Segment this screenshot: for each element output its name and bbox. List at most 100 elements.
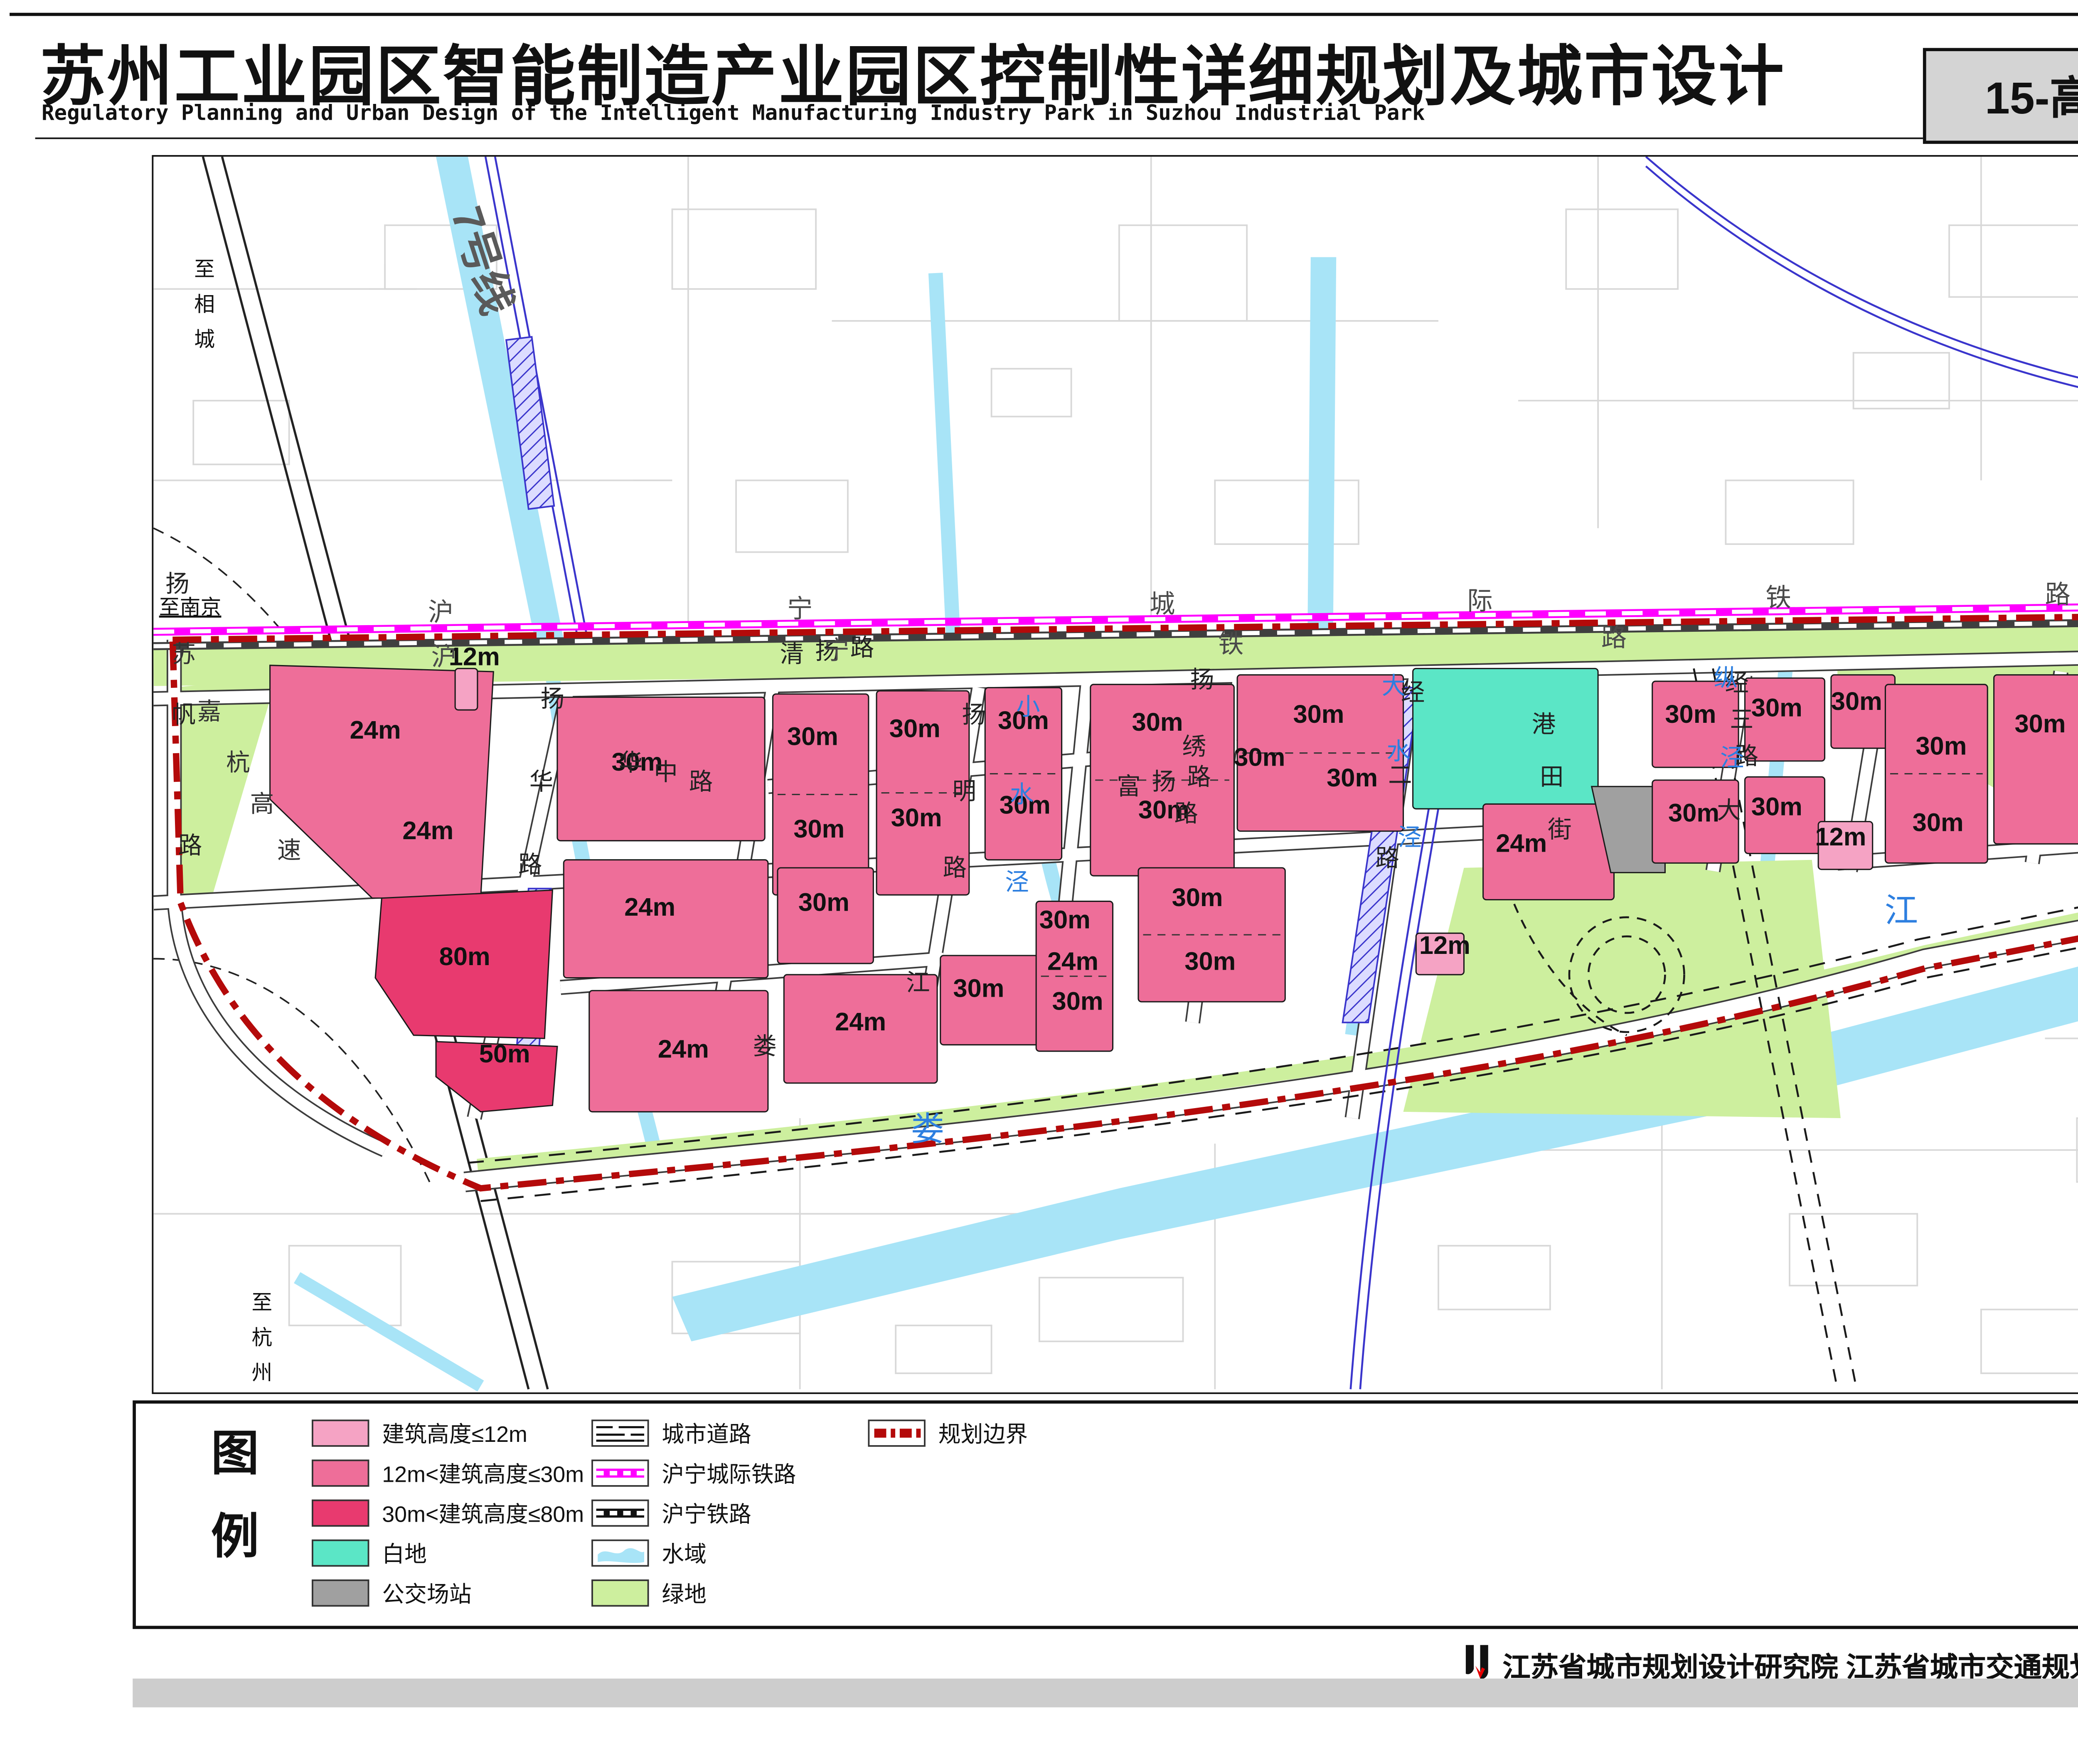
height-label-30m: 30m — [1293, 700, 1344, 729]
page-subtitle-en: Regulatory Planning and Urban Design of … — [42, 102, 1912, 126]
legend-column: 建筑高度≤12m 12m<建筑高度≤30m 30m<建筑高度≤80m 白地公交场站 — [312, 1413, 584, 1613]
legend-swatch-p30 — [312, 1460, 369, 1487]
direction-至杭州: 杭 — [251, 1326, 272, 1349]
road-name-经二路: 路 — [1375, 845, 1399, 872]
legend-label: 12m<建筑高度≤30m — [382, 1457, 584, 1489]
rail-name-沪宁铁路: 沪 — [431, 643, 457, 671]
legend-swatch-boundary — [868, 1419, 925, 1446]
rail-name-沪宁城际铁路: 宁 — [787, 595, 812, 623]
height-label-30m: 30m — [798, 888, 849, 916]
map-frame[interactable]: 24m24m24m24m24m24m24m24m80m50m12m12m12m1… — [152, 155, 2078, 1394]
river-name-纵泾: 纵 — [1714, 665, 1738, 692]
expressway-name-苏嘉杭高速: 嘉 — [197, 698, 222, 725]
road-name-扬明路: 路 — [943, 855, 967, 881]
plan-map[interactable]: 24m24m24m24m24m24m24m24m80m50m12m12m12m1… — [153, 157, 2078, 1392]
river-name-小水泾: 水 — [1010, 781, 1034, 808]
height-label-30m: 30m — [787, 722, 838, 751]
road-name-扬帆路: 帆 — [172, 702, 196, 728]
legend-swatch-green — [591, 1579, 649, 1606]
legend-label: 城市道路 — [662, 1417, 751, 1449]
footer-gray-strip — [133, 1678, 2078, 1707]
parcel-p30[interactable] — [1994, 675, 2078, 844]
river-name-小水泾: 泾 — [1005, 869, 1029, 896]
height-label-80m: 80m — [439, 942, 490, 971]
height-label-24m: 24m — [350, 716, 401, 744]
road-name-娄江大道: 江 — [906, 969, 930, 996]
legend-label: 公交场站 — [382, 1577, 471, 1609]
road-name-扬明路: 明 — [953, 778, 977, 805]
legend-label: 沪宁城际铁路 — [662, 1457, 796, 1489]
legend-label: 规划边界 — [938, 1417, 1028, 1449]
legend-swatch-hsrail — [591, 1460, 649, 1487]
height-label-30m: 30m — [1184, 947, 1236, 976]
direction-至南京: 至南京 — [159, 596, 222, 619]
road-name-扬华路: 路 — [518, 851, 542, 878]
legend-item: 水域 — [591, 1533, 796, 1573]
height-label-30m: 30m — [891, 803, 942, 832]
plan-sheet: 苏州工业园区智能制造产业园区控制性详细规划及城市设计 Regulatory Pl… — [0, 0, 2078, 1763]
rail-name-沪宁铁路: 铁 — [1218, 630, 1243, 658]
parcel-p12[interactable] — [455, 668, 478, 710]
river-name-小水泾: 小 — [1016, 694, 1040, 720]
road-name-扬明路: 扬 — [962, 702, 986, 728]
direction-至相城: 相 — [194, 293, 215, 316]
height-label-30m: 30m — [1913, 808, 1964, 837]
legend-item: 白地 — [312, 1533, 584, 1573]
road-name-扬华路: 扬 — [541, 685, 565, 712]
legend-label: 沪宁铁路 — [662, 1497, 751, 1529]
legend-title: 图例 — [200, 1428, 264, 1594]
road-name-扬华路: 华 — [529, 769, 554, 795]
road-name-华中路: 华 — [619, 749, 643, 776]
river-name-纵泾: 泾 — [1720, 744, 1744, 771]
legend-column: 城市道路沪宁城际铁路沪宁铁路水域绿地 — [591, 1413, 796, 1613]
direction-至杭州: 至 — [251, 1291, 272, 1314]
height-label-30m: 30m — [1751, 792, 1802, 821]
legend-label: 白地 — [382, 1537, 427, 1569]
legend-item: 沪宁铁路 — [591, 1493, 796, 1533]
expressway-name-苏嘉杭高速: 速 — [277, 837, 301, 864]
height-label-30m: 30m — [1132, 708, 1183, 737]
legend-swatch-road — [591, 1419, 649, 1446]
height-label-30m: 30m — [889, 714, 941, 743]
height-label-30m: 30m — [1039, 906, 1091, 934]
parcel-white[interactable] — [1413, 668, 1598, 809]
expressway-name-苏嘉杭高速: 杭 — [226, 749, 250, 776]
canal-north — [1307, 257, 1336, 637]
legend-item: 12m<建筑高度≤30m — [312, 1453, 584, 1493]
legend-column: 规划边界 — [868, 1413, 1028, 1453]
legend-swatch-white — [312, 1540, 369, 1567]
road-name-富扬路: 扬 — [1152, 769, 1176, 795]
river-name-大水泾: 大 — [1382, 673, 1406, 700]
sheet-number: 15-高度控制规划图 — [1985, 64, 2078, 128]
expressway-name-苏嘉杭高速: 高 — [250, 791, 274, 818]
height-label-30m: 30m — [793, 815, 844, 843]
height-label-30m: 30m — [1751, 693, 1802, 722]
legend-item: 建筑高度≤12m — [312, 1413, 584, 1453]
road-name-港田街: 田 — [1540, 764, 1564, 790]
rail-name-沪宁城际铁路: 铁 — [1765, 584, 1791, 612]
height-label-24m: 24m — [658, 1035, 709, 1063]
height-label-30m: 30m — [1665, 700, 1716, 729]
road-name-经三路: 三 — [1730, 706, 1754, 733]
height-label-30m: 30m — [1327, 764, 1378, 792]
legend-item: 沪宁城际铁路 — [591, 1453, 796, 1493]
height-label-24m: 24m — [835, 1008, 886, 1036]
legend-item: 规划边界 — [868, 1413, 1028, 1453]
road-name-港田街: 港 — [1532, 711, 1556, 738]
height-label-12m: 12m — [1419, 931, 1470, 960]
metro-line-label: 7号线 — [442, 201, 522, 320]
height-label-30m: 30m — [2014, 710, 2066, 738]
road-name-扬绣路: 绣 — [1182, 734, 1206, 760]
rail-name-沪宁城际铁路: 城 — [1150, 590, 1175, 618]
height-label-24m: 24m — [1047, 947, 1098, 976]
road-name-扬帆路: 路 — [178, 832, 202, 859]
legend-item: 30m<建筑高度≤80m — [312, 1493, 584, 1533]
legend-swatch-p80 — [312, 1500, 369, 1527]
river-name-娄江: 娄 — [911, 1111, 945, 1148]
road-name-娄江大道: 大 — [1717, 797, 1741, 824]
legend-label: 绿地 — [662, 1577, 707, 1609]
road-name-扬帆路: 扬 — [165, 571, 190, 597]
legend-swatch-bus — [312, 1579, 369, 1606]
height-label-30m: 30m — [1172, 883, 1223, 912]
road-name-富扬路: 富 — [1117, 773, 1141, 800]
